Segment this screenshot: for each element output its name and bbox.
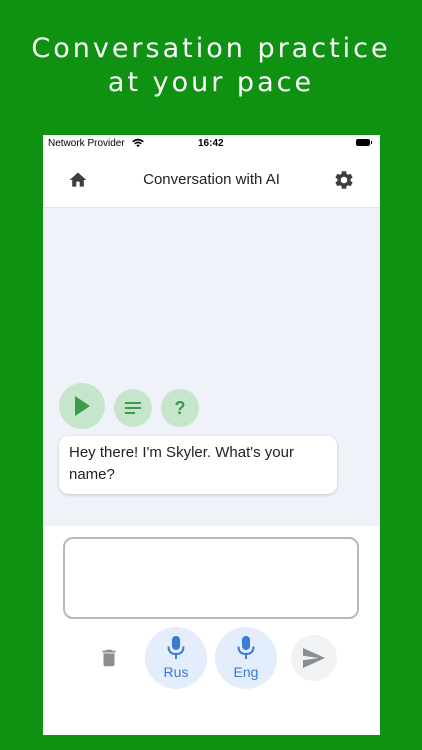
promo-headline: Conversation practice at your pace — [0, 32, 422, 100]
help-button[interactable]: ? — [161, 389, 199, 427]
show-text-button[interactable] — [114, 389, 152, 427]
wifi-icon — [132, 138, 144, 148]
play-icon — [75, 396, 90, 416]
mic-rus-label: Rus — [163, 664, 189, 680]
microphone-icon — [167, 636, 185, 659]
send-button[interactable] — [291, 635, 337, 681]
play-button[interactable] — [59, 383, 105, 429]
text-lines-icon — [125, 402, 141, 414]
message-input[interactable] — [63, 537, 359, 619]
battery-icon — [356, 139, 372, 146]
promo-headline-line1: Conversation practice — [31, 33, 391, 64]
assistant-message: Hey there! I'm Skyler. What's your name? — [59, 436, 337, 494]
mic-eng-button[interactable]: Eng — [215, 627, 277, 689]
status-bar: Network Provider 16:42 — [43, 135, 380, 153]
phone-screen: Network Provider 16:42 Conversation with… — [43, 135, 380, 735]
gear-icon[interactable] — [333, 169, 355, 191]
question-mark-icon: ? — [174, 397, 186, 418]
app-bar: Conversation with AI — [43, 153, 380, 208]
carrier-label: Network Provider — [48, 138, 125, 149]
send-icon — [303, 648, 325, 668]
trash-icon[interactable] — [98, 646, 120, 670]
mic-rus-button[interactable]: Rus — [145, 627, 207, 689]
page-title: Conversation with AI — [143, 171, 280, 188]
promo-headline-line2: at your pace — [107, 67, 315, 98]
microphone-icon — [237, 636, 255, 659]
mic-eng-label: Eng — [233, 664, 259, 680]
status-time: 16:42 — [198, 138, 224, 149]
chat-area: ? Hey there! I'm Skyler. What's your nam… — [43, 208, 380, 526]
